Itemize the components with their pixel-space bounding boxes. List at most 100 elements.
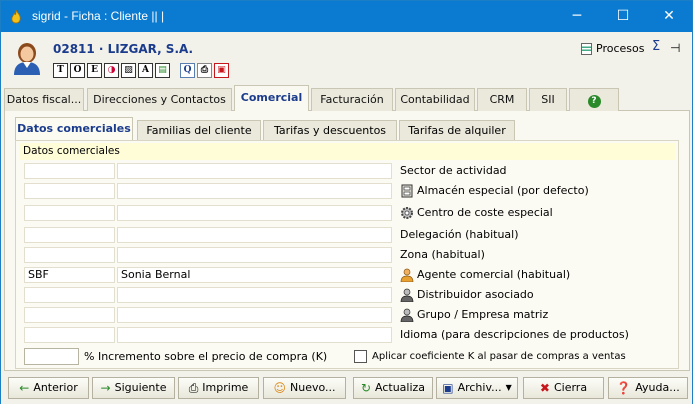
pdf-icon[interactable]: ▣ [214, 63, 229, 78]
main-tabs: Datos fiscal... Direcciones y Contactos … [4, 85, 690, 112]
grupo-label-text: Grupo / Empresa matriz [417, 308, 549, 321]
preview-icon[interactable]: Q [180, 63, 195, 78]
label-tool-icon[interactable]: A [138, 63, 153, 78]
help-icon: ❓ [616, 381, 632, 395]
zona-code-input[interactable] [24, 247, 115, 263]
procesos-label: Procesos [596, 42, 645, 55]
anterior-button[interactable]: ← Anterior [8, 377, 89, 399]
anterior-label: Anterior [33, 381, 78, 394]
distribuidor-code-input[interactable] [24, 287, 115, 303]
sector-code-input[interactable] [24, 163, 115, 179]
archivo-button[interactable]: ▣ Archiv... ▼ [436, 377, 518, 399]
footer-toolbar: ← Anterior → Siguiente ⎙ Imprime ☺ Nuevo… [1, 372, 692, 404]
delegacion-label-text: Delegación (habitual) [400, 228, 519, 241]
distribuidor-label: Distribuidor asociado [400, 287, 534, 303]
grupo-label: Grupo / Empresa matriz [400, 307, 548, 323]
client-window: sigrid - Ficha : Cliente || | ─ ☐ ✕ 0281… [0, 0, 693, 404]
grupo-name-input[interactable] [117, 307, 392, 323]
gear-icon[interactable] [400, 206, 414, 220]
apply-k-label: Aplicar coeficiente K al pasar de compra… [372, 351, 626, 362]
idioma-code-input[interactable] [24, 327, 115, 343]
procesos-button[interactable]: Procesos [581, 42, 644, 55]
idioma-label: Idioma (para descripciones de productos) [400, 327, 629, 343]
imprime-label: Imprime [202, 381, 249, 394]
client-avatar-icon [14, 43, 40, 75]
tab-tarifas-descuentos[interactable]: Tarifas y descuentos [263, 120, 397, 141]
color-tool-icon[interactable]: ◑ [104, 63, 119, 78]
delegacion-label: Delegación (habitual) [400, 227, 519, 243]
warehouse-icon[interactable] [400, 184, 414, 198]
window-title: sigrid - Ficha : Cliente || | [32, 9, 165, 23]
distribuidor-label-text: Distribuidor asociado [417, 288, 534, 301]
comment-tool-icon[interactable]: O [70, 63, 85, 78]
agente-name-input[interactable]: Sonia Bernal [117, 267, 392, 283]
close-window-button[interactable]: ✕ [646, 1, 692, 32]
tab-datos-comerciales[interactable]: Datos comerciales [15, 117, 133, 141]
apply-k-checkbox[interactable] [354, 350, 367, 363]
agente-code-input[interactable]: SBF [24, 267, 115, 283]
sheet-tool-icon[interactable]: ▤ [155, 63, 170, 78]
pattern-tool-icon[interactable]: ▨ [121, 63, 136, 78]
nuevo-button[interactable]: ☺ Nuevo... [263, 377, 346, 399]
ayuda-button[interactable]: ❓ Ayuda... [608, 377, 688, 399]
arrow-right-icon: → [100, 381, 111, 395]
tab-comercial[interactable]: Comercial [234, 85, 309, 112]
almacen-label: Almacén especial (por defecto) [400, 183, 589, 199]
tab-facturacion[interactable]: Facturación [311, 88, 393, 111]
chevron-down-icon: ▼ [505, 383, 512, 392]
delegacion-name-input[interactable] [117, 227, 392, 243]
sector-label: Sector de actividad [400, 163, 507, 179]
title-bar[interactable]: sigrid - Ficha : Cliente || | ─ ☐ ✕ [1, 1, 692, 32]
coste-label-text: Centro de coste especial [417, 206, 553, 219]
distributor-person-icon[interactable] [400, 288, 414, 302]
sector-name-input[interactable] [117, 163, 392, 179]
grupo-code-input[interactable] [24, 307, 115, 323]
agente-label: Agente comercial (habitual) [400, 267, 570, 283]
tab-datos-fiscales[interactable]: Datos fiscal... [4, 88, 84, 111]
sub-tabs: Datos comerciales Familias del cliente T… [11, 117, 681, 141]
cierra-button[interactable]: ✖ Cierra [523, 377, 604, 399]
k-increment-label: % Incremento sobre el precio de compra (… [84, 350, 328, 363]
minimize-button[interactable]: ─ [554, 1, 600, 32]
app-flame-icon [11, 9, 21, 24]
tab-help[interactable]: ? [569, 88, 619, 111]
group-person-icon[interactable] [400, 308, 414, 322]
imprime-button[interactable]: ⎙ Imprime [178, 377, 259, 399]
coste-name-input[interactable] [117, 205, 392, 221]
actualiza-button[interactable]: ↻ Actualiza [353, 377, 433, 399]
almacen-name-input[interactable] [117, 183, 392, 199]
sector-label-text: Sector de actividad [400, 164, 507, 177]
ayuda-label: Ayuda... [635, 381, 680, 394]
zona-name-input[interactable] [117, 247, 392, 263]
print-icon[interactable]: ⎙ [197, 63, 212, 78]
idioma-name-input[interactable] [117, 327, 392, 343]
delegacion-code-input[interactable] [24, 227, 115, 243]
pin-icon[interactable]: ⊣ [670, 41, 680, 55]
distribuidor-name-input[interactable] [117, 287, 392, 303]
text-tool-icon[interactable]: T [53, 63, 68, 78]
procesos-list-icon [581, 42, 592, 55]
tab-direcciones[interactable]: Direcciones y Contactos [87, 88, 232, 111]
idioma-label-text: Idioma (para descripciones de productos) [400, 328, 629, 341]
tab-familias-cliente[interactable]: Familias del cliente [137, 120, 261, 141]
sigma-icon[interactable]: Σ [652, 39, 660, 54]
email-tool-icon[interactable]: E [87, 63, 102, 78]
tab-crm[interactable]: CRM [477, 88, 527, 111]
siguiente-button[interactable]: → Siguiente [92, 377, 175, 399]
tab-sii[interactable]: SII [529, 88, 567, 111]
zona-label-text: Zona (habitual) [400, 248, 485, 261]
refresh-icon: ↻ [360, 381, 371, 395]
tab-contabilidad[interactable]: Contabilidad [395, 88, 475, 111]
maximize-button[interactable]: ☐ [600, 1, 646, 32]
almacen-code-input[interactable] [24, 183, 115, 199]
coste-code-input[interactable] [24, 205, 115, 221]
archivo-label: Archiv... [457, 381, 502, 394]
cierra-label: Cierra [553, 381, 588, 394]
actualiza-label: Actualiza [375, 381, 426, 394]
tab-tarifas-alquiler[interactable]: Tarifas de alquiler [399, 120, 515, 141]
k-increment-input[interactable] [24, 348, 79, 365]
client-title: 02811 · LIZGAR, S.A. [53, 42, 194, 56]
save-disk-icon: ▣ [442, 381, 454, 395]
agent-person-icon[interactable] [400, 268, 414, 282]
section-title: Datos comerciales [19, 143, 675, 160]
